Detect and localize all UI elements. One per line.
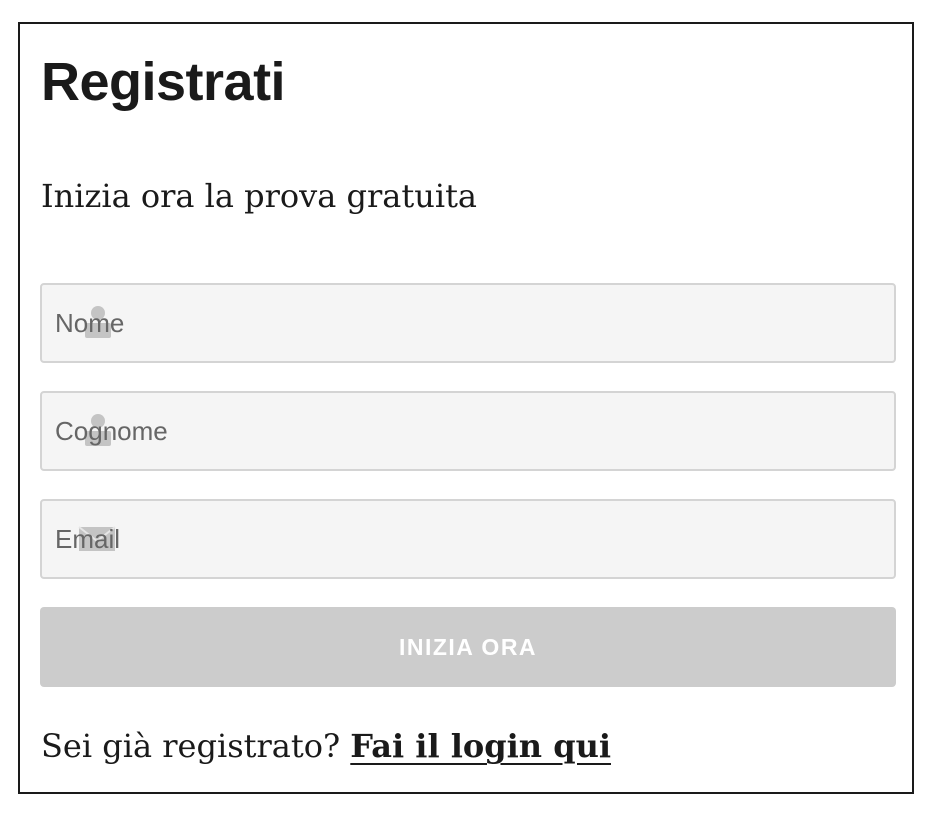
page-title: Registrati	[41, 52, 286, 112]
login-link[interactable]: Fai il login qui	[350, 727, 611, 765]
login-prompt-line: Sei già registrato? Fai il login qui	[41, 724, 611, 768]
first-name-input[interactable]	[42, 285, 894, 361]
login-prompt-text: Sei già registrato?	[41, 727, 341, 765]
first-name-field[interactable]	[40, 283, 896, 363]
email-input[interactable]	[42, 501, 894, 577]
last-name-input[interactable]	[42, 393, 894, 469]
email-field[interactable]	[40, 499, 896, 579]
signup-card: Registrati Inizia ora la prova gratuita …	[18, 22, 914, 794]
subtitle: Inizia ora la prova gratuita	[41, 177, 477, 215]
start-now-button[interactable]: INIZIA ORA	[40, 607, 896, 687]
last-name-field[interactable]	[40, 391, 896, 471]
